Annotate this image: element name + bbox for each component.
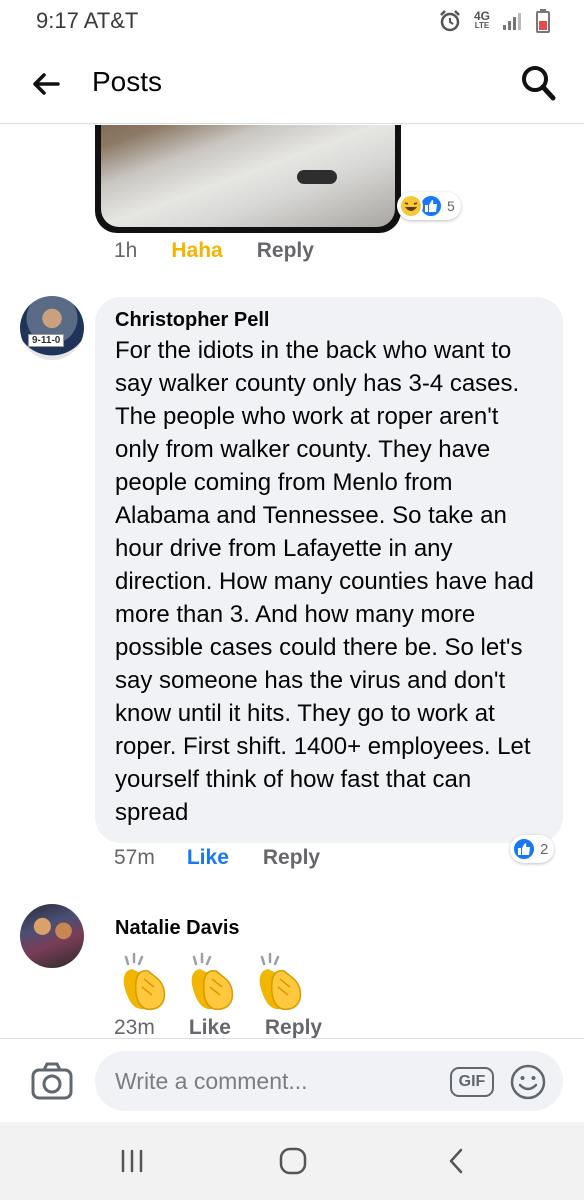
comment-text: For the idiots in the back who want to s…: [115, 337, 534, 826]
comment-bubble[interactable]: Christopher Pell For the idiots in the b…: [95, 297, 563, 843]
reaction-count: 5: [447, 198, 455, 214]
clapping-hands-icon: [259, 952, 302, 1011]
search-icon[interactable]: [520, 64, 556, 102]
photo-detail: [297, 170, 337, 184]
comment-photo[interactable]: [95, 125, 401, 233]
haha-reaction-icon: [399, 194, 423, 218]
comment-time: 1h: [114, 239, 138, 262]
like-count-badge[interactable]: 2: [510, 835, 555, 863]
reaction-summary[interactable]: 5: [397, 192, 461, 220]
comments-feed[interactable]: 5 1h Haha Reply 9-11-0 Christopher Pell …: [0, 125, 584, 1038]
reply-button[interactable]: Reply: [263, 846, 320, 870]
signal-icon: [503, 13, 521, 30]
avatar-badge: 9-11-0: [28, 334, 65, 347]
network-indicator: 4G LTE: [474, 10, 490, 31]
page-title: Posts: [92, 66, 163, 97]
comment-author[interactable]: Natalie Davis: [115, 917, 240, 940]
arrow-left-icon[interactable]: [28, 66, 64, 102]
comment-author[interactable]: Christopher Pell: [115, 309, 543, 332]
avatar[interactable]: 9-11-0: [20, 296, 84, 360]
battery-icon: [536, 9, 550, 33]
like-button[interactable]: Like: [189, 1016, 231, 1038]
status-icons: 4G LTE: [438, 8, 550, 34]
status-time: 9:17 AT&T: [36, 8, 139, 33]
like-count: 2: [540, 840, 549, 858]
avatar[interactable]: [20, 904, 84, 968]
camera-icon[interactable]: [30, 1061, 74, 1101]
emoji-comment: [114, 951, 312, 1013]
comment-actions: 1h Haha Reply: [114, 239, 314, 263]
like-reaction-icon: [512, 837, 536, 861]
reply-button[interactable]: Reply: [257, 239, 314, 263]
status-bar: 9:17 AT&T 4G LTE: [0, 0, 584, 44]
recent-apps-icon[interactable]: [115, 1144, 149, 1178]
comment-actions: 57m Like Reply: [114, 846, 320, 870]
home-icon[interactable]: [276, 1144, 310, 1178]
clapping-hands-icon: [191, 952, 234, 1011]
smiley-icon[interactable]: [509, 1063, 547, 1101]
system-nav-bar: [0, 1122, 584, 1200]
comment-composer: GIF: [0, 1038, 584, 1122]
like-button[interactable]: Like: [187, 846, 229, 870]
photo-image: [101, 125, 395, 227]
comment-time: 23m: [114, 1016, 155, 1038]
clapping-hands-icon: [123, 952, 166, 1011]
comment-time: 57m: [114, 846, 155, 869]
gif-button[interactable]: GIF: [450, 1067, 494, 1097]
comment-actions: 23m Like Reply: [114, 1016, 322, 1038]
reply-button[interactable]: Reply: [265, 1016, 322, 1038]
app-bar: Posts: [0, 44, 584, 124]
back-chevron-icon[interactable]: [440, 1144, 474, 1178]
haha-button[interactable]: Haha: [171, 239, 222, 263]
alarm-icon: [440, 10, 460, 32]
network-sub: LTE: [474, 21, 490, 30]
